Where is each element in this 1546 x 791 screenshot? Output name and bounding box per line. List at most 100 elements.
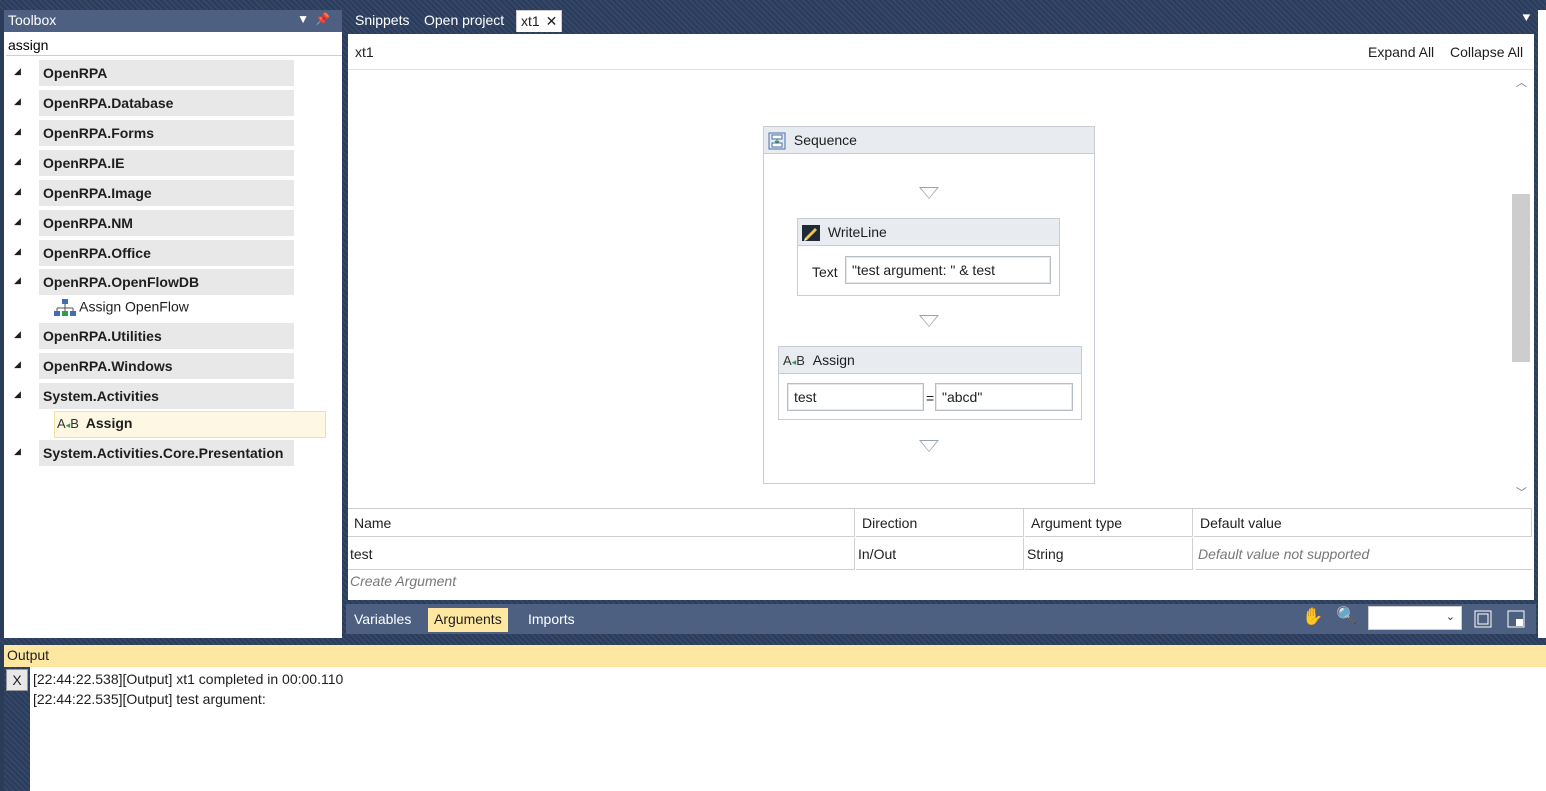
toolbox-header-icons: ▼📌: [297, 12, 336, 26]
assign-title: Assign: [812, 352, 855, 368]
scrollbar-thumb[interactable]: [1512, 194, 1530, 362]
assign-value-field[interactable]: "abcd": [935, 383, 1073, 411]
sequence-activity[interactable]: Sequence WriteLine Text "test argument: …: [763, 126, 1095, 484]
output-title: Output: [7, 647, 50, 663]
column-header-name[interactable]: Name: [348, 509, 855, 537]
assign-icon: A◂B: [783, 353, 805, 368]
category-label: OpenRPA.OpenFlowDB: [39, 269, 294, 295]
drop-target-arrow[interactable]: [919, 187, 939, 199]
tab-xt1[interactable]: xt1 ✕: [516, 10, 563, 32]
output-panel: Output X [22:44:22.538][Output] xt1 comp…: [0, 645, 1546, 791]
pan-hand-icon[interactable]: ✋: [1302, 607, 1323, 627]
toolbox-category[interactable]: ◢ OpenRPA: [12, 60, 298, 86]
toolbox-item-assign[interactable]: A◂B Assign: [54, 411, 326, 438]
writeline-header[interactable]: WriteLine: [798, 219, 1059, 246]
expand-all-button[interactable]: Expand All: [1368, 44, 1434, 60]
designer-bottom-bar: Variables Arguments Imports ✋ 🔍 ⌄: [346, 604, 1536, 634]
output-header: Output: [4, 645, 1546, 667]
expand-triangle-icon[interactable]: ◢: [14, 275, 21, 286]
toolbox-category[interactable]: ◢ System.Activities: [12, 383, 298, 409]
assign-icon: A◂B: [57, 416, 79, 431]
overview-map-icon[interactable]: [1507, 610, 1525, 628]
writeline-icon: [802, 225, 820, 242]
expand-triangle-icon[interactable]: ◢: [14, 446, 21, 457]
column-header-direction[interactable]: Direction: [856, 509, 1024, 537]
tab-open-project[interactable]: Open project: [420, 10, 508, 32]
category-label: System.Activities.Core.Presentation: [39, 440, 294, 466]
toolbox-category[interactable]: ◢ System.Activities.Core.Presentation: [12, 440, 298, 466]
toolbox-category[interactable]: ◢ OpenRPA.Image: [12, 180, 298, 206]
pin-icon[interactable]: 📌: [315, 12, 336, 26]
close-icon[interactable]: ✕: [546, 13, 558, 29]
create-argument-link[interactable]: Create Argument: [350, 573, 456, 589]
category-label: OpenRPA.Windows: [39, 353, 294, 379]
toolbox-category[interactable]: ◢ OpenRPA.OpenFlowDB: [12, 269, 298, 295]
expand-triangle-icon[interactable]: ◢: [14, 359, 21, 370]
writeline-title: WriteLine: [827, 224, 887, 240]
assign-equals: =: [926, 390, 935, 406]
expand-triangle-icon[interactable]: ◢: [14, 246, 21, 257]
arg-name-cell[interactable]: test: [348, 538, 855, 570]
tab-dropdown-icon[interactable]: ⯆: [1521, 10, 1532, 27]
arguments-grid: Name Direction Argument type Default val…: [348, 508, 1532, 592]
toolbox-item-assign-openflow[interactable]: Assign OpenFlow: [54, 298, 189, 324]
assign-activity[interactable]: A◂B Assign test = "abcd": [778, 346, 1082, 420]
toolbox-search-input[interactable]: [6, 34, 342, 56]
drop-target-arrow[interactable]: [919, 315, 939, 327]
tab-label: xt1: [521, 13, 540, 29]
tab-variables[interactable]: Variables: [348, 608, 417, 632]
scroll-up-icon[interactable]: ︿: [1516, 74, 1527, 90]
fit-to-screen-icon[interactable]: [1474, 610, 1492, 628]
breadcrumb[interactable]: xt1: [355, 44, 374, 60]
workflow-designer: Snippets Open project xt1 ✕ ⯆ xt1 Expand…: [346, 10, 1536, 638]
tab-snippets[interactable]: Snippets: [351, 10, 413, 32]
vertical-scrollbar[interactable]: ︿ ﹀: [1510, 74, 1532, 504]
category-label: OpenRPA.Office: [39, 240, 294, 266]
column-header-default-value[interactable]: Default value: [1194, 509, 1532, 537]
arg-default-cell[interactable]: Default value not supported: [1196, 538, 1532, 570]
collapse-all-button[interactable]: Collapse All: [1450, 44, 1523, 60]
assign-header[interactable]: A◂B Assign: [779, 347, 1081, 374]
toolbox-category[interactable]: ◢ OpenRPA.Office: [12, 240, 298, 266]
zoom-magnifier-icon[interactable]: 🔍: [1336, 606, 1357, 626]
expand-triangle-icon[interactable]: ◢: [14, 216, 21, 227]
sequence-icon: [768, 132, 786, 150]
toolbox-category[interactable]: ◢ OpenRPA.Forms: [12, 120, 298, 146]
sequence-header[interactable]: Sequence: [764, 127, 1094, 154]
expand-triangle-icon[interactable]: ◢: [14, 66, 21, 77]
expand-triangle-icon[interactable]: ◢: [14, 329, 21, 340]
output-line: [22:44:22.535][Output] test argument:: [33, 691, 266, 707]
assign-to-field[interactable]: test: [787, 383, 924, 411]
clear-output-button[interactable]: X: [6, 669, 28, 691]
tab-imports[interactable]: Imports: [522, 608, 581, 632]
writeline-activity[interactable]: WriteLine Text "test argument: " & test: [797, 218, 1060, 296]
expand-triangle-icon[interactable]: ◢: [14, 186, 21, 197]
expand-triangle-icon[interactable]: ◢: [14, 389, 21, 400]
tab-label: Snippets: [355, 12, 410, 28]
toolbox-category[interactable]: ◢ OpenRPA.NM: [12, 210, 298, 236]
properties-panel-edge: [1538, 10, 1546, 638]
category-label: OpenRPA.NM: [39, 210, 294, 236]
writeline-text-label: Text: [812, 264, 838, 280]
toolbox-category[interactable]: ◢ OpenRPA.Database: [12, 90, 298, 116]
expand-triangle-icon[interactable]: ◢: [14, 126, 21, 137]
expand-triangle-icon[interactable]: ◢: [14, 156, 21, 167]
zoom-dropdown[interactable]: ⌄: [1368, 606, 1462, 630]
category-label: OpenRPA.Database: [39, 90, 294, 116]
expand-triangle-icon[interactable]: ◢: [14, 96, 21, 107]
arg-type-cell[interactable]: String: [1025, 538, 1193, 570]
scroll-down-icon[interactable]: ﹀: [1516, 484, 1527, 500]
tab-arguments[interactable]: Arguments: [428, 608, 508, 632]
toolbox-category[interactable]: ◢ OpenRPA.IE: [12, 150, 298, 176]
arg-direction-cell[interactable]: In/Out: [856, 538, 1024, 570]
output-line: [22:44:22.538][Output] xt1 completed in …: [33, 671, 344, 687]
toolbox-header: Toolbox ▼📌: [4, 10, 342, 32]
dropdown-icon[interactable]: ▼: [297, 12, 315, 26]
column-header-argument-type[interactable]: Argument type: [1025, 509, 1193, 537]
category-label: OpenRPA: [39, 60, 294, 86]
toolbox-category[interactable]: ◢ OpenRPA.Utilities: [12, 323, 298, 349]
toolbox-category[interactable]: ◢ OpenRPA.Windows: [12, 353, 298, 379]
drop-target-arrow[interactable]: [919, 440, 939, 452]
writeline-text-field[interactable]: "test argument: " & test: [845, 256, 1051, 284]
category-label: System.Activities: [39, 383, 294, 409]
